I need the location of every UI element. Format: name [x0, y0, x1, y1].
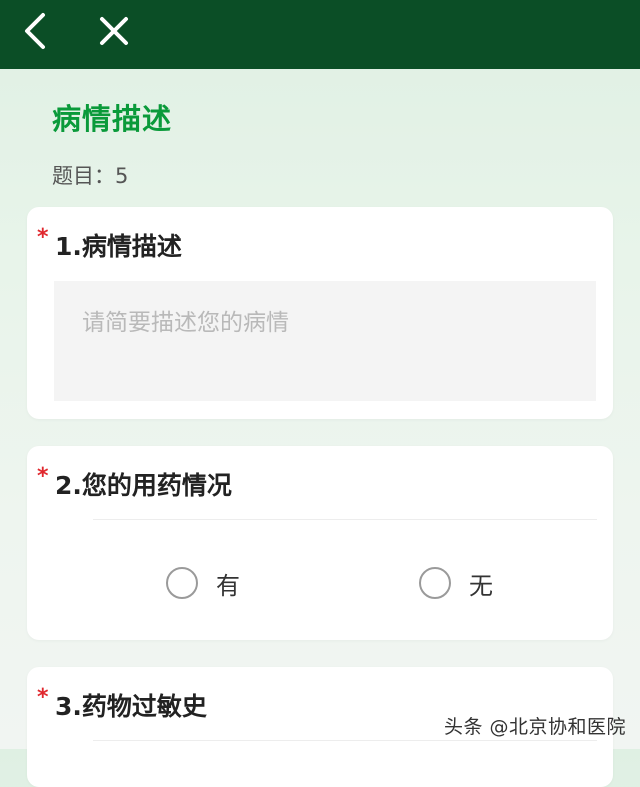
- chevron-left-icon: [25, 13, 45, 49]
- divider: [93, 740, 597, 741]
- required-mark: *: [37, 225, 49, 250]
- radio-label: 无: [469, 571, 493, 600]
- question-card-1: * 1.病情描述: [27, 207, 613, 419]
- close-button[interactable]: [88, 8, 140, 54]
- radio-option-yes[interactable]: 有: [166, 563, 240, 603]
- question-count: 题目：5: [52, 164, 129, 188]
- radio-label: 有: [216, 571, 240, 600]
- question-title: 2.您的用药情况: [55, 471, 232, 500]
- close-icon: [100, 17, 128, 45]
- radio-button[interactable]: [166, 567, 198, 599]
- divider: [93, 519, 597, 520]
- radio-option-no[interactable]: 无: [419, 563, 493, 603]
- back-button[interactable]: [10, 8, 62, 54]
- question-title: 3.药物过敏史: [55, 692, 207, 721]
- condition-description-textarea[interactable]: [54, 281, 596, 401]
- radio-button[interactable]: [419, 567, 451, 599]
- question-card-2: * 2.您的用药情况 有 无: [27, 446, 613, 640]
- survey-title: 病情描述: [52, 102, 173, 136]
- question-title: 1.病情描述: [55, 232, 182, 261]
- required-mark: *: [37, 464, 49, 489]
- required-mark: *: [37, 685, 49, 710]
- top-navigation-bar: [0, 0, 640, 69]
- watermark: 头条 @北京协和医院: [443, 716, 626, 738]
